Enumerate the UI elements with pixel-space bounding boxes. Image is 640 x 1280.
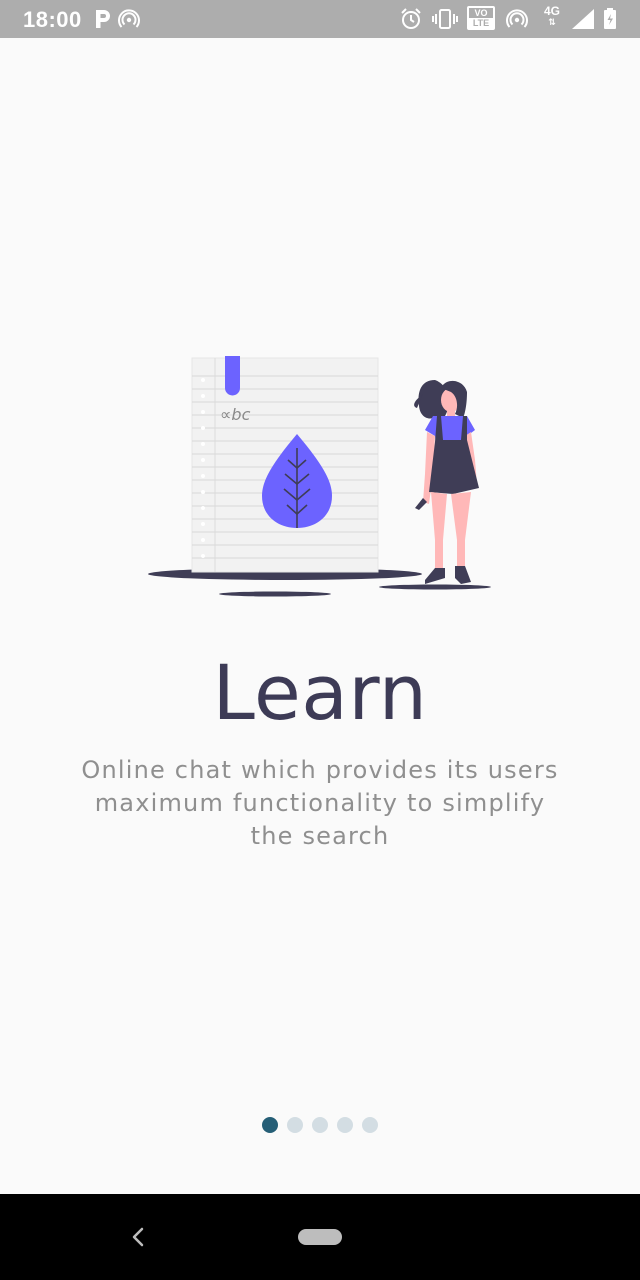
- bookmark-icon: [225, 356, 240, 396]
- home-pill-icon[interactable]: [298, 1229, 342, 1245]
- volte-icon: VO LTE: [467, 6, 495, 30]
- status-bar: 18:00 VO LTE 4G ⇅: [0, 0, 640, 38]
- notebook-page: ∝bc: [191, 356, 379, 573]
- page-dot-1[interactable]: [262, 1117, 278, 1133]
- wireless-hotspot-icon: [118, 9, 140, 28]
- onboarding-title: Learn: [212, 648, 428, 737]
- onboarding-screen: 18:00 VO LTE 4G ⇅ ∝bc Learn Online chat …: [0, 0, 640, 1280]
- person-shadow: [379, 584, 491, 590]
- network-4g-icon: 4G ⇅: [541, 5, 563, 27]
- parking-icon: [96, 10, 110, 28]
- network-label: 4G: [543, 4, 560, 18]
- ground-shadow-small: [219, 591, 331, 597]
- page-dot-4[interactable]: [337, 1117, 353, 1133]
- alarm-icon: [401, 8, 421, 29]
- person-figure: [414, 380, 479, 584]
- signal-icon: [572, 9, 594, 29]
- page-dot-2[interactable]: [287, 1117, 303, 1133]
- notebook-handwriting: ∝bc: [220, 405, 251, 424]
- hotspot-icon: [506, 9, 528, 28]
- onboarding-illustration: ∝bc: [148, 356, 491, 597]
- vibrate-icon: [432, 9, 458, 29]
- back-chevron-icon[interactable]: [122, 1220, 156, 1254]
- page-dot-3[interactable]: [312, 1117, 328, 1133]
- navigation-bar: [0, 1194, 640, 1280]
- status-time: 18:00: [23, 7, 82, 32]
- onboarding-description: Online chat which provides its users max…: [81, 756, 559, 850]
- volte-label-top: VO: [474, 8, 488, 18]
- page-indicator: [262, 1117, 378, 1133]
- volte-label-bottom: LTE: [469, 18, 493, 28]
- page-dot-5[interactable]: [362, 1117, 378, 1133]
- battery-icon: [604, 8, 616, 29]
